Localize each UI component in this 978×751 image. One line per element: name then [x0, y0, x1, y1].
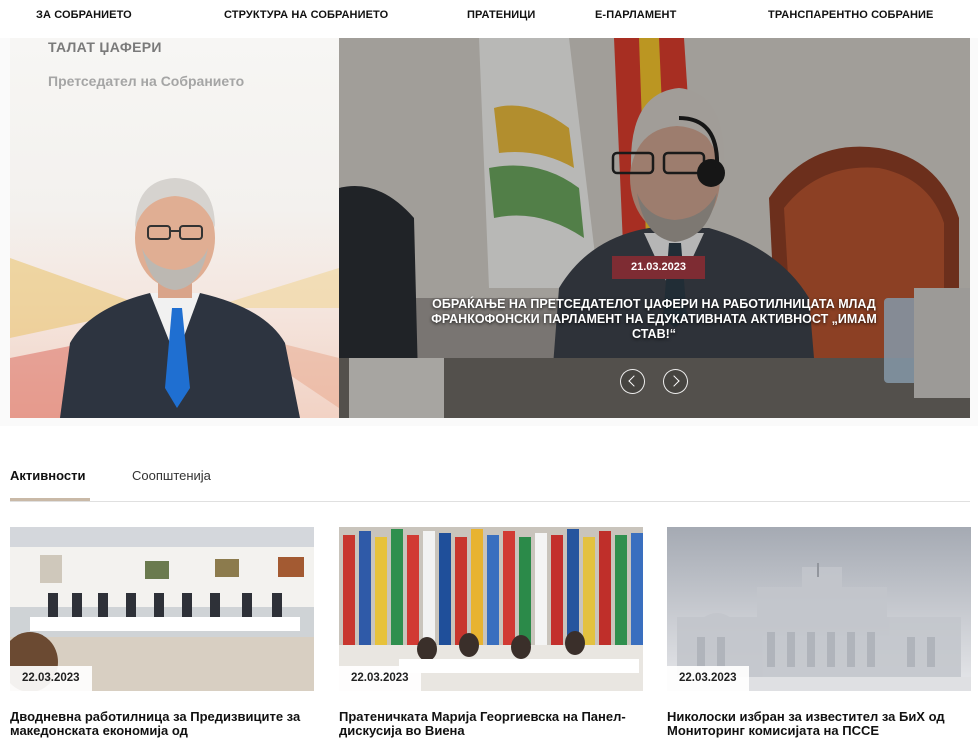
- card-title[interactable]: Пратеничката Марија Георгиевска на Панел…: [339, 710, 643, 738]
- card-date-badge: 22.03.2023: [339, 666, 421, 691]
- speaker-portrait: [10, 178, 339, 418]
- tab-press-releases[interactable]: Соопштенија: [132, 468, 211, 483]
- news-tabs: Активности Соопштенија: [10, 468, 970, 502]
- chevron-left-icon: [628, 375, 640, 387]
- card-thumbnail: 22.03.2023: [667, 527, 971, 691]
- card-thumbnail: 22.03.2023: [339, 527, 643, 691]
- carousel-prev-button[interactable]: [620, 369, 645, 394]
- news-card[interactable]: 22.03.2023 Николоски избран за известите…: [667, 527, 971, 738]
- card-date-badge: 22.03.2023: [10, 666, 92, 691]
- news-carousel[interactable]: 21.03.2023 ОБРАЌАЊЕ НА ПРЕТСЕДАТЕЛОТ ЏАФ…: [339, 38, 970, 418]
- speaker-name: ТАЛАТ ЏАФЕРИ: [48, 39, 162, 55]
- nav-item-transparent-assembly[interactable]: ТРАНСПАРЕНТНО СОБРАНИЕ: [768, 9, 934, 21]
- nav-item-about-assembly[interactable]: ЗА СОБРАНИЕТО: [36, 9, 132, 21]
- card-title[interactable]: Дводневна работилница за Предизвиците за…: [10, 710, 314, 738]
- speaker-title: Претседател на Собранието: [48, 73, 245, 89]
- news-card[interactable]: 22.03.2023 Дводневна работилница за Пред…: [10, 527, 314, 738]
- card-thumbnail: 22.03.2023: [10, 527, 314, 691]
- slide-date-badge: 21.03.2023: [612, 256, 705, 279]
- tab-activities[interactable]: Активности: [10, 468, 85, 483]
- speaker-panel[interactable]: ТАЛАТ ЏАФЕРИ Претседател на Собранието: [10, 38, 339, 418]
- nav-item-assembly-structure[interactable]: СТРУКТУРА НА СОБРАНИЕТО: [224, 9, 388, 21]
- slide-title[interactable]: ОБРАЌАЊЕ НА ПРЕТСЕДАТЕЛОТ ЏАФЕРИ НА РАБО…: [429, 297, 879, 342]
- news-card[interactable]: 22.03.2023 Пратеничката Марија Георгиевс…: [339, 527, 643, 738]
- active-tab-indicator: [10, 498, 90, 501]
- top-navigation: ЗА СОБРАНИЕТО СТРУКТУРА НА СОБРАНИЕТО ПР…: [0, 0, 978, 38]
- card-title[interactable]: Николоски избран за известител за БиХ од…: [667, 710, 971, 738]
- nav-item-e-parliament[interactable]: Е-ПАРЛАМЕНТ: [595, 9, 676, 21]
- card-date-badge: 22.03.2023: [667, 666, 749, 691]
- carousel-slide-image: [339, 38, 970, 418]
- hero-section: ТАЛАТ ЏАФЕРИ Претседател на Собранието 2…: [0, 38, 978, 426]
- chevron-right-icon: [668, 375, 680, 387]
- nav-item-mps[interactable]: ПРАТЕНИЦИ: [467, 9, 535, 21]
- carousel-next-button[interactable]: [663, 369, 688, 394]
